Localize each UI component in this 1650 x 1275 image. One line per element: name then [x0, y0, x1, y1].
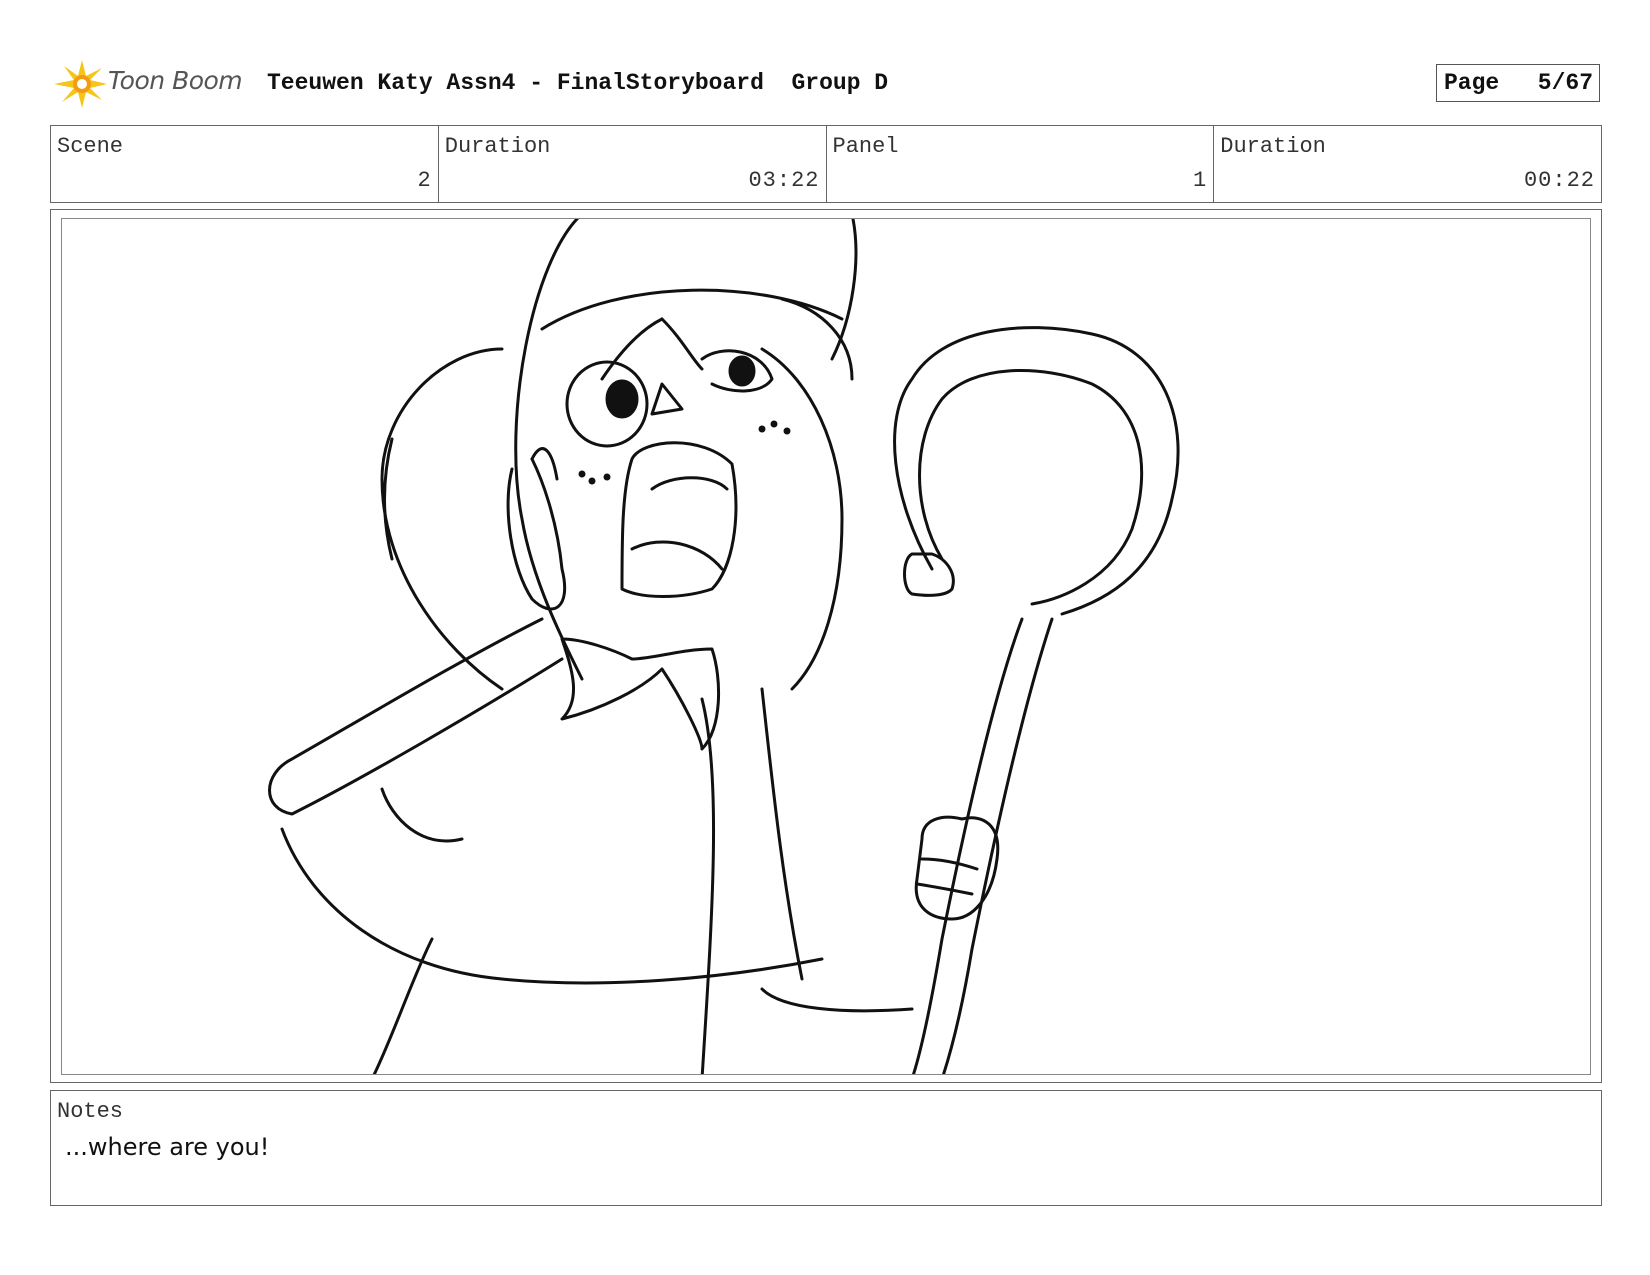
- panel-cell: Panel 1: [827, 126, 1215, 202]
- scene-duration-value: 03:22: [748, 168, 820, 193]
- staff-tip: [903, 552, 955, 597]
- nose: [650, 382, 684, 416]
- bow-tie: [560, 637, 720, 751]
- page-indicator: Page 5/67: [1436, 64, 1600, 102]
- staff-shaft-left: [912, 617, 1024, 1074]
- storyboard-title: Teeuwen Katy Assn4 - FinalStoryboard Gro…: [267, 70, 889, 96]
- notes-text: ...where are you!: [65, 1133, 270, 1161]
- scene-cell: Scene 2: [51, 126, 439, 202]
- panel-duration-value: 00:22: [1523, 168, 1595, 193]
- scene-label: Scene: [57, 134, 124, 159]
- page-label: Page: [1444, 70, 1500, 96]
- mouth: [620, 441, 738, 598]
- logo-text: Toon Boom: [108, 66, 243, 95]
- scene-value: 2: [417, 168, 432, 193]
- page-value: 5/67: [1537, 70, 1593, 96]
- notes-box: Notes ...where are you!: [50, 1090, 1602, 1206]
- left-arm: [268, 617, 564, 816]
- hair-bun-left: [380, 347, 504, 691]
- panel-value: 1: [1193, 168, 1208, 193]
- panel-duration-label: Duration: [1220, 134, 1326, 159]
- character-sketch: [268, 219, 1180, 1074]
- scene-duration-cell: Duration 03:22: [439, 126, 827, 202]
- scene-duration-label: Duration: [444, 134, 551, 159]
- panel-label: Panel: [832, 134, 899, 159]
- body-left: [280, 827, 824, 985]
- hair-outline-right: [830, 219, 858, 361]
- panel-duration-cell: Duration 00:22: [1214, 126, 1601, 202]
- storyboard-panel: [61, 218, 1591, 1075]
- panel-info-bar: Scene 2 Duration 03:22 Panel 1 Duration …: [50, 125, 1602, 203]
- starburst-logo-icon: [54, 60, 107, 108]
- toon-boom-logo: Toon Boom: [52, 58, 252, 108]
- face-outline: [760, 347, 844, 691]
- notes-label: Notes: [57, 1099, 124, 1124]
- bangs: [540, 288, 844, 331]
